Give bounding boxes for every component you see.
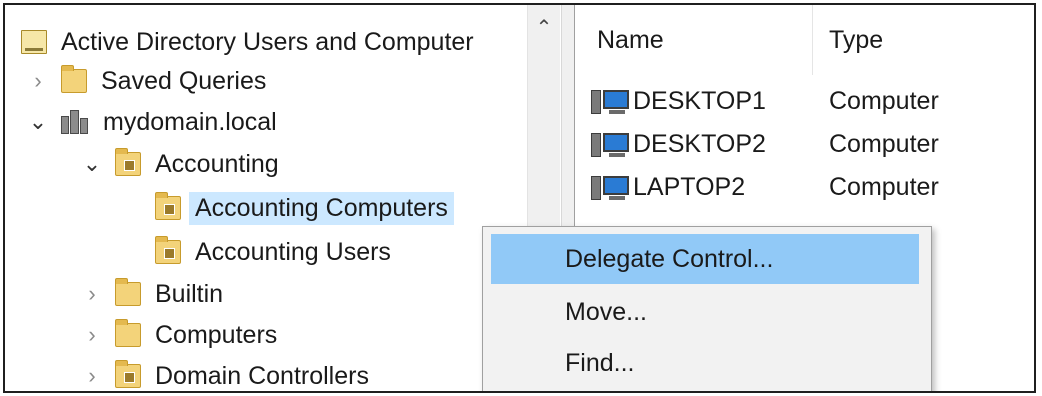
computer-icon xyxy=(591,86,631,116)
tree-pane: Active Directory Users and Computer › Sa… xyxy=(5,5,561,391)
tree-item-accounting-computers[interactable]: Accounting Computers xyxy=(155,189,454,227)
chevron-right-icon[interactable]: › xyxy=(81,322,103,347)
computer-name: DESKTOP2 xyxy=(633,129,766,158)
folder-icon xyxy=(115,278,141,306)
menu-item-delegate-control[interactable]: Delegate Control... xyxy=(491,234,919,284)
column-separator[interactable] xyxy=(812,5,813,75)
computer-type: Computer xyxy=(829,86,939,115)
aduc-icon xyxy=(21,30,47,54)
ou-folder-icon xyxy=(115,148,141,176)
chevron-right-icon[interactable]: › xyxy=(27,68,49,93)
domain-icon xyxy=(61,110,89,134)
list-item[interactable]: DESKTOP1 Computer xyxy=(591,81,1031,121)
ou-folder-icon xyxy=(115,360,141,388)
chevron-right-icon[interactable]: › xyxy=(81,281,103,306)
computer-icon xyxy=(591,172,631,202)
tree-item-saved-queries[interactable]: › Saved Queries xyxy=(27,62,272,100)
list-item[interactable]: DESKTOP2 Computer xyxy=(591,124,1031,164)
mmc-window: Active Directory Users and Computer › Sa… xyxy=(3,3,1036,393)
tree-root-label: Active Directory Users and Computer xyxy=(61,27,474,56)
folder-icon xyxy=(61,65,87,93)
list-item[interactable]: LAPTOP2 Computer xyxy=(591,167,1031,207)
chevron-down-icon[interactable]: ⌄ xyxy=(81,151,103,176)
computer-type: Computer xyxy=(829,129,939,158)
tree-item-accounting-users[interactable]: Accounting Users xyxy=(155,233,397,271)
tree-item-accounting[interactable]: ⌄ Accounting xyxy=(81,145,285,183)
computer-name: LAPTOP2 xyxy=(633,172,746,201)
tree-item-computers[interactable]: › Computers xyxy=(81,316,283,354)
tree-item-builtin[interactable]: › Builtin xyxy=(81,275,229,313)
folder-icon xyxy=(115,319,141,347)
computer-icon xyxy=(591,129,631,159)
computer-type: Computer xyxy=(829,172,939,201)
menu-item-move[interactable]: Move... xyxy=(491,287,919,337)
chevron-right-icon[interactable]: › xyxy=(81,363,103,388)
column-header-name[interactable]: Name xyxy=(597,5,664,75)
tree-item-domain-controllers[interactable]: › Domain Controllers xyxy=(81,357,375,391)
menu-item-find[interactable]: Find... xyxy=(491,338,919,388)
context-menu: Delegate Control... Move... Find... xyxy=(482,226,932,391)
ou-folder-icon xyxy=(155,236,181,264)
column-header-type[interactable]: Type xyxy=(829,5,883,75)
scroll-up-icon[interactable]: ⌃ xyxy=(528,15,560,40)
ou-folder-icon xyxy=(155,192,181,220)
tree-root[interactable]: Active Directory Users and Computer xyxy=(21,23,480,61)
computer-name: DESKTOP1 xyxy=(633,86,766,115)
chevron-down-icon[interactable]: ⌄ xyxy=(27,109,49,134)
tree-item-mydomain[interactable]: ⌄ mydomain.local xyxy=(27,103,283,141)
